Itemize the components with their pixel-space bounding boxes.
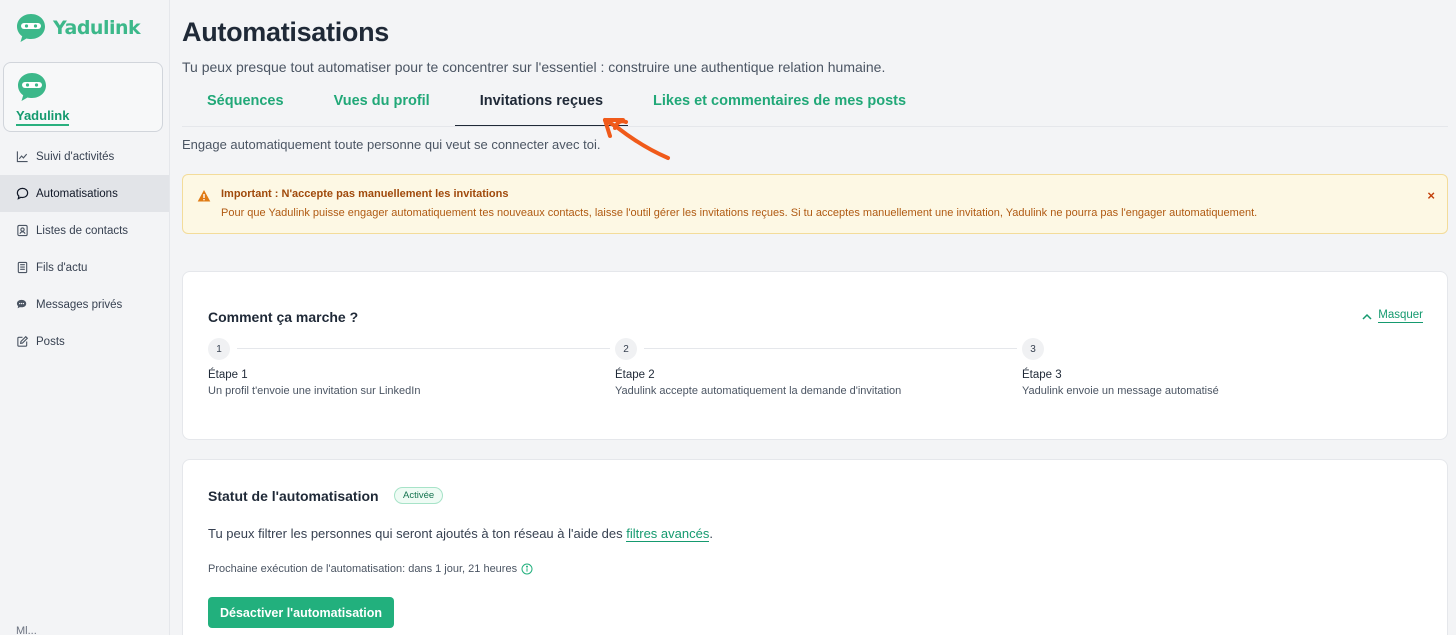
warning-alert: Important : N'accepte pas manuellement l…	[182, 174, 1448, 234]
contact-card-icon	[17, 224, 28, 237]
step-3-marker: 3	[1022, 338, 1044, 360]
sidebar: Yadulink Yadulink Suivi d'activités Auto…	[0, 0, 170, 635]
step-description: Yadulink accepte automatiquement la dema…	[615, 385, 902, 397]
step-title: Étape 2	[615, 369, 655, 381]
sidebar-item-label: Messages privés	[36, 298, 123, 311]
automation-status-card: Statut de l'automatisation Activée Tu pe…	[182, 459, 1448, 635]
messages-icon	[16, 299, 27, 309]
next-run-text: Prochaine exécution de l'automatisation:…	[208, 563, 518, 575]
warning-icon	[197, 190, 211, 202]
step-connector	[237, 348, 610, 349]
sidebar-item-automatisations[interactable]: Automatisations	[0, 175, 169, 212]
edit-icon	[17, 335, 29, 347]
tab-sequences[interactable]: Séquences	[182, 86, 309, 127]
sidebar-item-label: Automatisations	[36, 187, 118, 200]
step-1-marker: 1	[208, 338, 230, 360]
step-number: 1	[208, 338, 230, 360]
account-name[interactable]: Yadulink	[16, 109, 70, 126]
tab-vues-profil[interactable]: Vues du profil	[309, 86, 455, 127]
sidebar-item-messages-prives[interactable]: Messages privés	[0, 286, 169, 323]
how-it-works-title: Comment ça marche ?	[208, 309, 359, 325]
sidebar-item-suivi-activites[interactable]: Suivi d'activités	[0, 138, 169, 175]
status-badge: Activée	[394, 487, 444, 504]
alert-text: Pour que Yadulink puisse engager automat…	[221, 207, 1258, 219]
filter-text: Tu peux filtrer les personnes qui seront…	[208, 526, 713, 542]
chat-bubble-icon	[16, 187, 29, 200]
annotation-arrow-icon	[603, 118, 670, 160]
deactivate-automation-button[interactable]: Désactiver l'automatisation	[208, 597, 395, 628]
page-title: Automatisations	[182, 17, 390, 47]
status-title: Statut de l'automatisation	[208, 488, 379, 504]
how-it-works-card: Comment ça marche ? Masquer 1 Étape 1 Un…	[182, 271, 1448, 440]
tab-description: Engage automatiquement toute personne qu…	[182, 137, 601, 152]
newspaper-icon	[17, 261, 28, 274]
brand-logo[interactable]: Yadulink	[15, 12, 141, 44]
sidebar-item-label: Posts	[36, 335, 65, 348]
sidebar-nav: Suivi d'activités Automatisations Listes…	[0, 138, 169, 360]
account-card[interactable]: Yadulink	[3, 62, 163, 132]
hide-toggle-button[interactable]: Masquer	[1362, 309, 1423, 323]
alert-close-button[interactable]: ×	[1427, 188, 1435, 203]
step-title: Étape 3	[1022, 369, 1062, 381]
step-title: Étape 1	[208, 369, 248, 381]
advanced-filters-link[interactable]: filtres avancés	[626, 526, 710, 542]
chevron-up-icon	[1362, 313, 1372, 320]
tabs-divider	[182, 126, 1448, 127]
sidebar-item-fils-actu[interactable]: Fils d'actu	[0, 249, 169, 286]
sidebar-item-posts[interactable]: Posts	[0, 323, 169, 360]
sidebar-item-label: Fils d'actu	[36, 261, 88, 274]
step-description: Un profil t'envoie une invitation sur Li…	[208, 385, 421, 397]
tab-bar: Séquences Vues du profil Invitations reç…	[182, 86, 931, 127]
step-description: Yadulink envoie un message automatisé	[1022, 385, 1219, 397]
step-connector	[644, 348, 1017, 349]
step-number: 2	[615, 338, 637, 360]
info-icon[interactable]	[521, 563, 533, 575]
filter-text-after: .	[709, 526, 713, 541]
sidebar-item-listes-contacts[interactable]: Listes de contacts	[0, 212, 169, 249]
chart-line-icon	[16, 151, 28, 163]
step-number: 3	[1022, 338, 1044, 360]
account-avatar-icon	[18, 73, 46, 101]
alert-title: Important : N'accepte pas manuellement l…	[221, 188, 509, 200]
sidebar-bottom-item[interactable]: Ml...	[16, 625, 37, 635]
yadulink-logo-icon	[17, 14, 45, 42]
page-subtitle: Tu peux presque tout automatiser pour te…	[182, 59, 886, 75]
step-2-marker: 2	[615, 338, 637, 360]
hide-toggle-label: Masquer	[1378, 309, 1423, 323]
sidebar-item-label: Suivi d'activités	[36, 150, 115, 163]
sidebar-item-label: Listes de contacts	[36, 224, 129, 237]
filter-text-before: Tu peux filtrer les personnes qui seront…	[208, 526, 627, 541]
next-run-info: Prochaine exécution de l'automatisation:…	[208, 563, 533, 575]
brand-name: Yadulink	[53, 17, 141, 39]
